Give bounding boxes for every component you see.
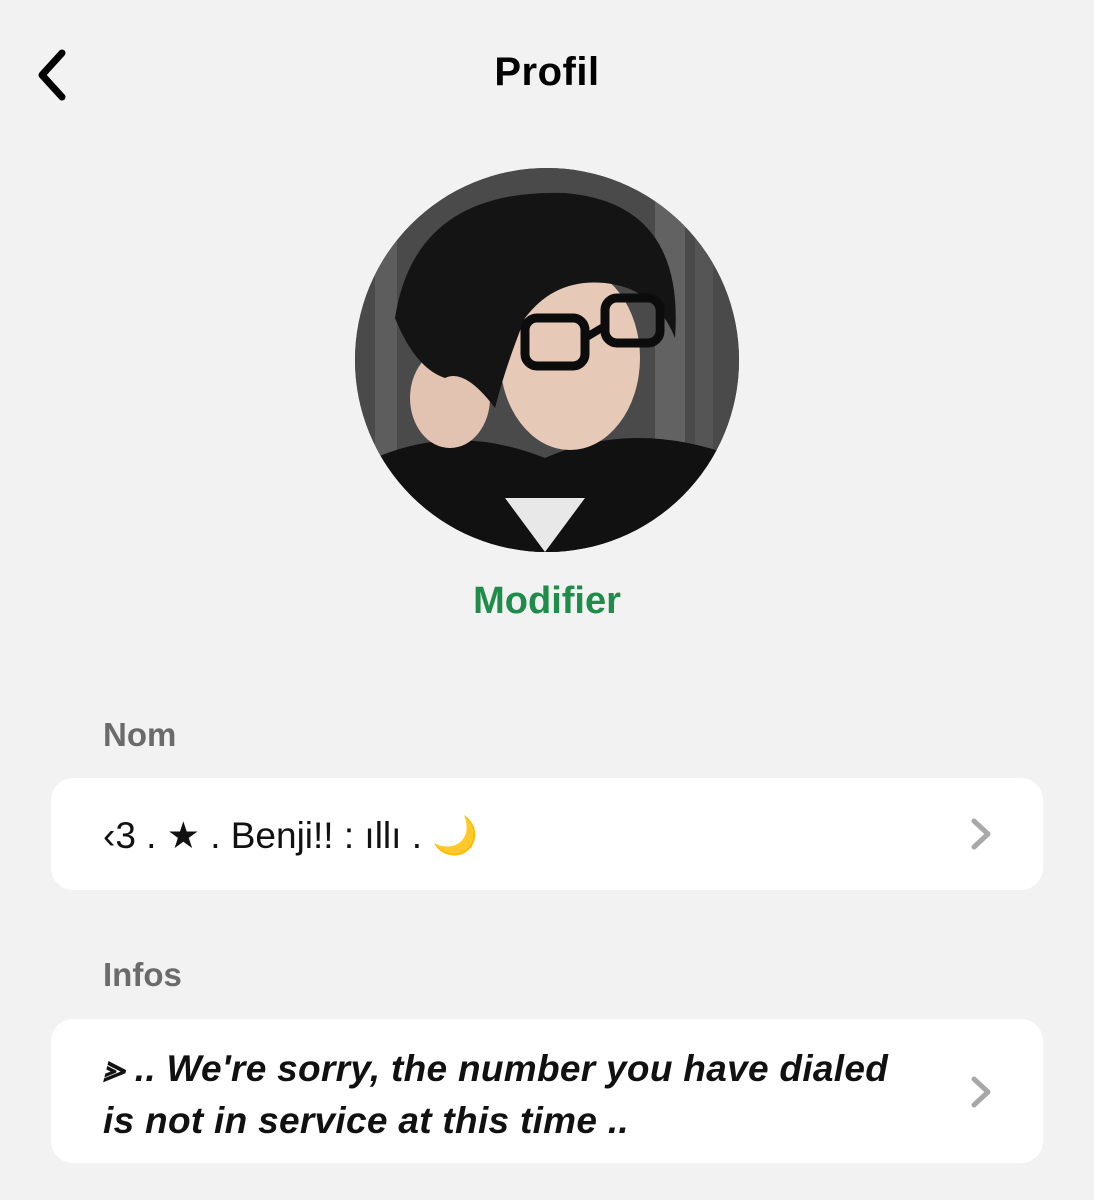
- infos-value: ⪢ .. We're sorry, the number you have di…: [103, 1048, 889, 1141]
- infos-section-label: Infos: [103, 956, 182, 993]
- edit-profile-button[interactable]: Modifier: [0, 580, 1094, 623]
- avatar[interactable]: [355, 168, 739, 552]
- avatar-image: [355, 168, 739, 552]
- profile-page: Profil Modifier Nom ‹3 . ★ . Benji!! : ı…: [0, 0, 1094, 1200]
- chevron-right-icon: [969, 816, 993, 852]
- page-title: Profil: [494, 50, 600, 94]
- header: Profil: [0, 0, 1094, 150]
- chevron-right-icon: [969, 1074, 993, 1110]
- infos-row[interactable]: ⪢ .. We're sorry, the number you have di…: [51, 1019, 1043, 1163]
- name-row[interactable]: ‹3 . ★ . Benji!! : ıllı . 🌙: [51, 778, 1043, 890]
- name-value: ‹3 . ★ . Benji!! : ıllı . 🌙: [103, 815, 479, 856]
- name-section-label: Nom: [103, 716, 177, 753]
